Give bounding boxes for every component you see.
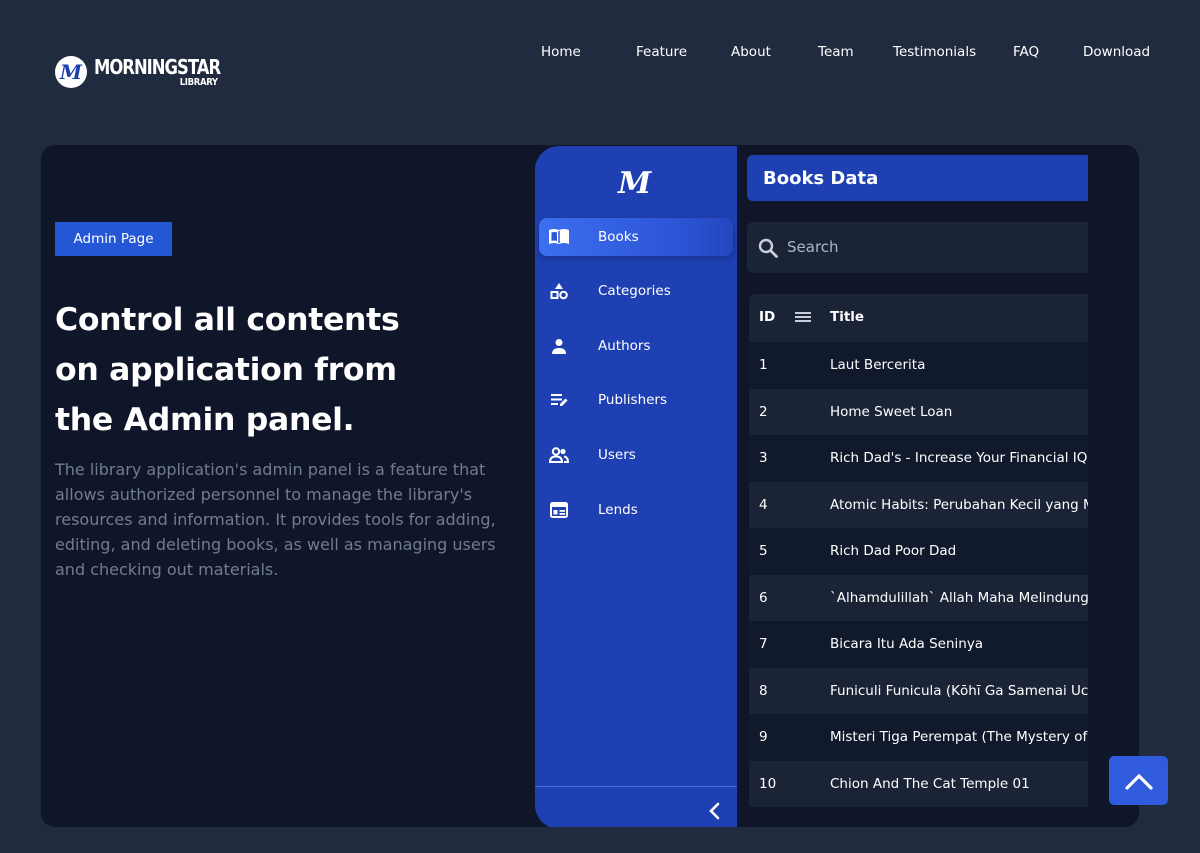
table-row[interactable]: 1 Laut Bercerita [749,342,1088,389]
hero-headline: Control all contents on application from… [55,295,475,445]
chevron-left-icon [709,802,720,820]
panel-title: Books Data [747,155,1088,201]
sidebar-item-books[interactable]: Books [539,218,733,256]
table-row[interactable]: 4 Atomic Habits: Perubahan Kecil yang M [749,481,1088,528]
nav-download[interactable]: Download [1083,44,1150,60]
sidebar-item-label: Publishers [598,392,668,408]
cell-title: Rich Dad Poor Dad [830,543,957,559]
cell-id: 7 [759,636,768,652]
cell-id: 2 [759,403,768,420]
table-icon [548,499,570,521]
edit-list-icon [548,389,570,411]
sidebar-item-label: Users [598,447,636,463]
admin-sidebar: M Books Categories Authors Publishers Us… [535,146,737,827]
nav-testimonials[interactable]: Testimonials [893,44,976,60]
cell-id: 9 [759,729,768,745]
cell-title: Bicara Itu Ada Seninya [830,636,984,652]
users-icon [548,444,570,466]
cell-title: Misteri Tiga Perempat (The Mystery of T [830,729,1088,745]
brand-sub: LIBRARY [179,76,218,88]
sidebar-item-users[interactable]: Users [539,436,733,474]
cell-id: 6 [759,589,768,606]
cell-title: Laut Bercerita [830,357,926,373]
table-row[interactable]: 7 Bicara Itu Ada Seninya [749,621,1088,668]
nav-team[interactable]: Team [818,44,854,60]
cell-id: 3 [759,450,768,466]
scroll-to-top-button[interactable] [1109,756,1168,805]
cell-title: Home Sweet Loan [830,403,953,420]
shapes-icon [548,280,570,302]
sidebar-item-lends[interactable]: Lends [539,491,733,529]
menu-icon[interactable] [795,310,811,324]
search-bar[interactable] [747,222,1088,273]
book-open-icon [548,226,570,248]
sidebar-item-label: Authors [598,338,651,354]
nav-about[interactable]: About [731,44,771,60]
books-panel: Books Data ID Title 1 Laut Bercerita 2 Home… [747,145,1139,827]
headline-line: Control all contents [55,302,400,338]
column-header-id[interactable]: ID [759,309,775,325]
cell-title: Chion And The Cat Temple 01 [830,775,1030,792]
cell-id: 1 [759,357,768,373]
headline-line: on application from [55,352,397,388]
main-nav: Home Feature About Team Testimonials FAQ… [0,44,1200,64]
collapse-sidebar-button[interactable] [703,798,725,824]
cell-title: `Alhamdulillah` Allah Maha Melindungik [830,589,1088,606]
nav-feature[interactable]: Feature [636,44,687,60]
headline-line: the Admin panel. [55,402,355,438]
cell-id: 5 [759,543,768,559]
admin-page-badge: Admin Page [55,222,172,256]
admin-panel-preview: M Books Categories Authors Publishers Us… [535,145,1139,827]
site-header: M MORNINGSTAR LIBRARY Home Feature About… [0,0,1200,110]
cell-title: Funiculi Funicula (Kōhī Ga Samenai Uch [830,682,1088,699]
books-table: ID Title 1 Laut Bercerita 2 Home Sweet Loan… [749,294,1088,824]
sidebar-item-label: Books [598,229,639,245]
cell-id: 4 [759,496,768,513]
cell-id: 8 [759,682,768,699]
person-icon [548,335,570,357]
admin-feature-section: Admin Page Control all contents on appli… [41,145,1139,827]
table-header: ID Title [749,294,1088,342]
column-header-title[interactable]: Title [830,309,864,325]
table-row[interactable]: 9 Misteri Tiga Perempat (The Mystery of T [749,714,1088,761]
table-row[interactable]: 3 Rich Dad's - Increase Your Financial IQ [749,435,1088,482]
sidebar-logo: M [618,166,652,201]
sidebar-item-categories[interactable]: Categories [539,272,733,310]
table-row[interactable]: 2 Home Sweet Loan [749,388,1088,435]
table-row[interactable]: 10 Chion And The Cat Temple 01 [749,760,1088,807]
chevron-up-icon [1124,773,1153,790]
sidebar-item-authors[interactable]: Authors [539,327,733,365]
search-input[interactable] [787,235,1077,259]
sidebar-item-label: Lends [598,502,638,518]
cell-title: Rich Dad's - Increase Your Financial IQ [830,450,1088,466]
sidebar-divider [535,786,737,787]
table-row[interactable]: 5 Rich Dad Poor Dad [749,528,1088,575]
search-icon [758,238,778,258]
sidebar-item-label: Categories [598,283,671,299]
hero-description: The library application's admin panel is… [55,460,496,579]
table-row[interactable]: 6 `Alhamdulillah` Allah Maha Melindungik [749,574,1088,621]
cell-title: Atomic Habits: Perubahan Kecil yang M [830,496,1088,513]
table-row[interactable]: 8 Funiculi Funicula (Kōhī Ga Samenai Uch [749,667,1088,714]
nav-home[interactable]: Home [541,44,581,60]
nav-faq[interactable]: FAQ [1013,44,1039,60]
sidebar-item-publishers[interactable]: Publishers [539,381,733,419]
cell-id: 10 [759,775,777,792]
